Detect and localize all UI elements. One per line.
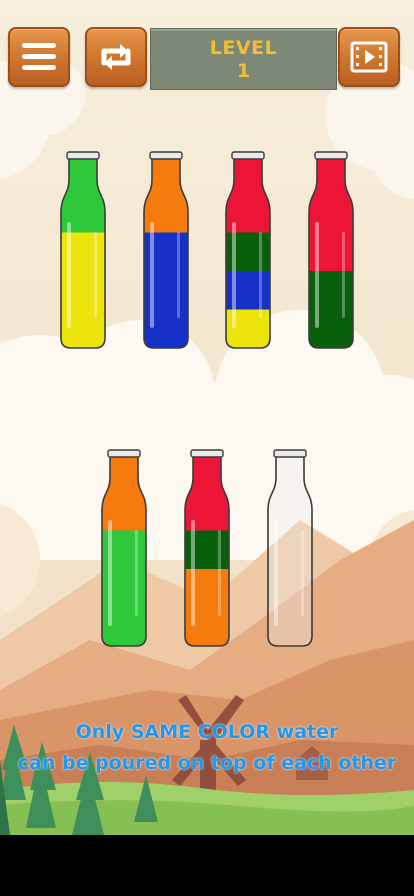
level-number: 1 (236, 60, 251, 82)
hamburger-menu-icon (22, 43, 56, 70)
video-button[interactable] (338, 27, 400, 87)
hint-line-2: can be poured on top of each other (17, 752, 397, 774)
liquid-layer (309, 271, 353, 311)
liquid-layer (61, 309, 105, 348)
liquid-layer (102, 607, 146, 646)
liquid-layer (226, 271, 270, 311)
level-indicator: LEVEL 1 (150, 28, 337, 90)
game-scene: LEVEL 1 Only SAME COLOR water can be pou… (0, 0, 414, 835)
liquid-layer (309, 158, 353, 234)
liquid-layer (102, 569, 146, 609)
liquid-layer (102, 456, 146, 532)
liquid-layer (61, 232, 105, 272)
bottle[interactable] (80, 449, 168, 647)
restart-arrows-icon (101, 44, 131, 70)
menu-button[interactable] (8, 27, 70, 87)
liquid-layer (144, 309, 188, 348)
bottle[interactable] (122, 151, 210, 349)
liquid-layer (144, 158, 188, 234)
bottle[interactable] (163, 449, 251, 647)
liquid-layer (309, 232, 353, 272)
liquid-layer (144, 271, 188, 311)
liquid-layer (185, 456, 229, 532)
liquid-layer (309, 309, 353, 348)
liquid-layer (61, 158, 105, 234)
liquid-layer (61, 271, 105, 311)
bottles-area (39, 151, 375, 647)
hint-text: Only SAME COLOR water can be poured on t… (0, 717, 414, 779)
liquid-layer (226, 232, 270, 272)
bottle[interactable] (204, 151, 292, 349)
liquid-layer (144, 232, 188, 272)
bottle[interactable] (287, 151, 375, 349)
liquid-layer (185, 607, 229, 646)
video-play-icon (350, 41, 388, 73)
liquid-layer (226, 309, 270, 348)
liquid-layer (226, 158, 270, 234)
level-title: LEVEL (209, 37, 278, 59)
bottom-bar (0, 835, 414, 896)
liquid-layer (185, 530, 229, 570)
liquid-layer (185, 569, 229, 609)
bottle[interactable] (267, 449, 313, 647)
bottle[interactable] (39, 151, 127, 349)
hint-line-1: Only SAME COLOR water (75, 721, 339, 743)
liquid-layer (102, 530, 146, 570)
restart-button[interactable] (85, 27, 147, 87)
